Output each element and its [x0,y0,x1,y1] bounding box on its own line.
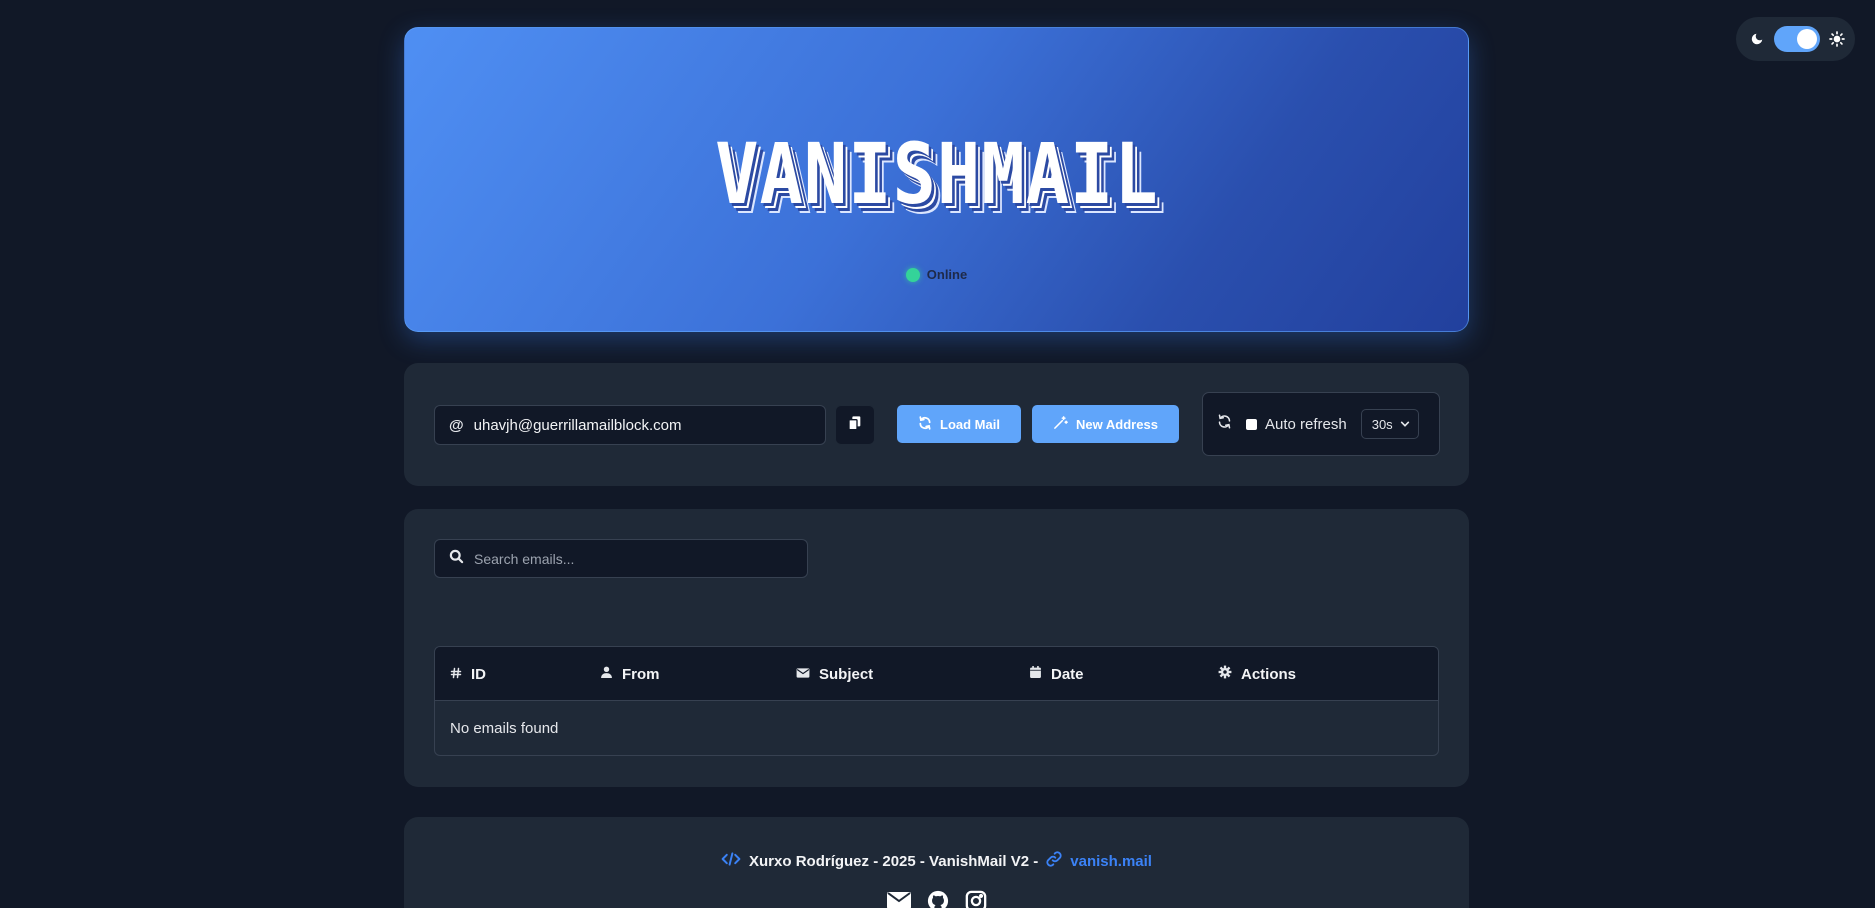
copy-button[interactable] [835,405,875,445]
auto-refresh-label: Auto refresh [1265,415,1347,433]
logo-wrap: VANISHMAIL [405,132,1468,216]
hash-icon [450,666,462,683]
chevron-down-icon [1400,417,1410,432]
interval-value: 30s [1371,416,1393,432]
column-subject[interactable]: Subject [796,647,873,701]
email-input[interactable] [473,416,814,434]
code-icon [721,852,741,870]
new-address-button[interactable]: New Address [1032,405,1179,443]
link-icon [1046,851,1062,871]
moon-icon [1750,32,1764,46]
empty-message: No emails found [450,720,559,737]
user-icon [600,665,613,683]
search-input[interactable] [474,550,794,567]
load-mail-button[interactable]: Load Mail [897,405,1021,443]
hero-banner: VANISHMAIL Online [404,27,1469,332]
email-table: ID From Subject Date Actions No emails f… [434,646,1439,756]
search-box[interactable] [434,539,808,578]
footer-link[interactable]: vanish.mail [1070,853,1152,870]
search-icon [449,549,464,569]
sync-icon [1217,414,1232,434]
auto-refresh-group: Auto refresh 30s [1202,392,1440,456]
column-subject-label: Subject [819,665,874,683]
new-address-label: New Address [1076,416,1158,432]
auto-refresh-checkbox[interactable] [1246,418,1257,430]
envelope-icon[interactable] [886,890,911,908]
refresh-icon [918,415,932,433]
social-links [404,890,1469,908]
table-row: No emails found [435,701,1438,755]
controls-panel: @ Load Mail New Address Auto refresh 30s [404,363,1469,486]
envelope-icon [796,666,810,683]
status-dot [905,267,920,282]
column-id-label: ID [471,665,486,683]
footer-credit-text: Xurxo Rodríguez - 2025 - VanishMail V2 - [749,852,1039,870]
app-logo: VANISHMAIL [714,125,1159,223]
column-date-label: Date [1051,665,1084,683]
switch-knob [1796,29,1817,49]
github-icon[interactable] [927,890,949,908]
footer: Xurxo Rodríguez - 2025 - VanishMail V2 -… [404,817,1469,908]
column-date[interactable]: Date [1029,647,1084,701]
status-text: Online [926,267,968,282]
magic-wand-icon [1053,415,1068,433]
gear-icon [1218,665,1232,683]
copy-icon [847,415,863,436]
column-actions-label: Actions [1241,665,1297,683]
theme-toggle[interactable] [1736,17,1855,61]
status-indicator: Online [405,267,1468,282]
column-id[interactable]: ID [450,647,486,701]
sun-icon [1829,31,1845,47]
column-from-label: From [622,665,660,683]
column-from[interactable]: From [600,647,660,701]
at-icon: @ [449,416,464,434]
theme-switch[interactable] [1773,26,1820,52]
column-actions[interactable]: Actions [1218,647,1296,701]
email-field[interactable]: @ [434,405,826,445]
interval-select[interactable]: 30s [1360,409,1419,439]
table-header: ID From Subject Date Actions [435,647,1438,701]
inbox-panel: ID From Subject Date [404,509,1469,787]
footer-credit: Xurxo Rodríguez - 2025 - VanishMail V2 -… [404,851,1469,871]
instagram-icon[interactable] [965,890,987,908]
calendar-icon [1029,665,1042,683]
load-mail-label: Load Mail [940,416,1000,432]
